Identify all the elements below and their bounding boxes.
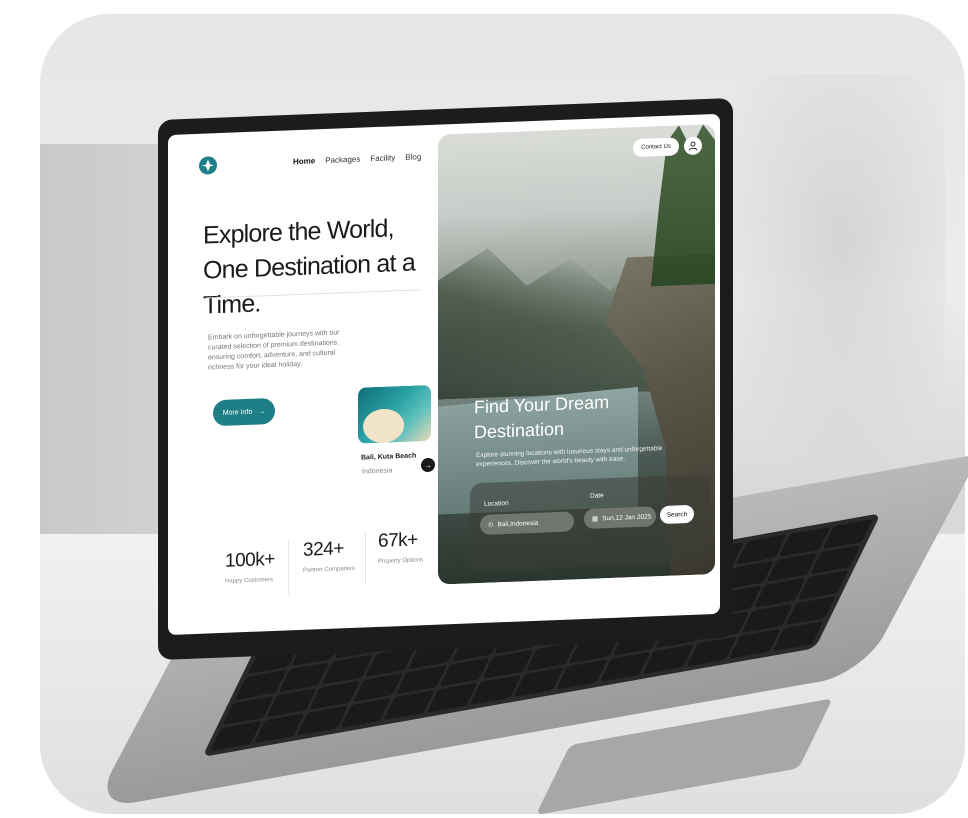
keyboard-key: [296, 705, 348, 736]
location-field[interactable]: ⊙ Bali,Indonesia: [480, 511, 574, 536]
featured-destination-country: Indonesia: [362, 467, 393, 476]
main-nav: Home Packages Facility Blog: [293, 152, 421, 166]
calendar-icon: ▦: [592, 515, 599, 523]
stat-value: 324+: [303, 538, 344, 561]
keyboard-key: [822, 519, 874, 549]
arrow-right-icon: →: [258, 407, 266, 416]
user-icon: [688, 141, 698, 151]
hero-title: Find Your Dream Destination: [474, 392, 610, 443]
keyboard-key: [642, 644, 694, 675]
keyboard-key: [729, 629, 780, 659]
stat-label: Happy Customers: [225, 576, 274, 585]
keyboard-key: [210, 721, 262, 752]
featured-destination-image[interactable]: [358, 384, 431, 444]
hero-image-panel: Contact Us Find Your Dream Destination E…: [438, 123, 715, 585]
location-value: Bali,Indonesia: [497, 519, 539, 528]
location-label: Location: [484, 499, 509, 508]
stat-label: Partner Companies: [303, 565, 355, 574]
page-headline: Explore the World, One Destination at a …: [203, 214, 415, 320]
stat-divider: [288, 540, 289, 595]
date-label: Date: [590, 492, 604, 500]
stat-property-options: 67k+ Property Options: [378, 529, 423, 565]
keyboard-key: [383, 690, 435, 721]
featured-destination-title: Bali, Kuta Beach: [361, 452, 417, 462]
map-pin-icon: ⊙: [488, 521, 494, 529]
search-card: Location ⊙ Bali,Indonesia Date ▦ Sun,12 …: [470, 474, 710, 572]
nav-item-packages[interactable]: Packages: [325, 155, 360, 165]
nav-item-blog[interactable]: Blog: [405, 152, 421, 162]
stat-value: 67k+: [378, 529, 418, 552]
laptop-screen: Home Packages Facility Blog Explore the …: [168, 113, 720, 635]
featured-next-button[interactable]: →: [421, 457, 435, 473]
more-info-button[interactable]: More Info →: [213, 397, 275, 427]
more-info-label: More Info: [222, 408, 253, 417]
keyboard-key: [556, 659, 608, 690]
date-value: Sun,12 Jan 2025: [602, 512, 652, 522]
nav-item-home[interactable]: Home: [293, 156, 315, 166]
stat-value: 100k+: [225, 548, 275, 572]
nav-item-facility[interactable]: Facility: [370, 153, 395, 163]
hero-description: Embark on unforgettable journeys with ou…: [208, 329, 340, 372]
stat-partner-companies: 324+ Partner Companies: [303, 538, 355, 574]
arrow-right-icon: →: [424, 460, 432, 470]
keyboard-key: [469, 675, 521, 705]
stat-label: Property Options: [378, 557, 424, 565]
stat-happy-customers: 100k+ Happy Customers: [225, 549, 275, 585]
date-field[interactable]: ▦ Sun,12 Jan 2025: [584, 506, 656, 530]
stat-divider: [365, 531, 366, 586]
search-button[interactable]: Search: [660, 504, 694, 525]
contact-us-button[interactable]: Contact Us: [633, 137, 679, 158]
star-logo-icon[interactable]: [198, 155, 218, 176]
